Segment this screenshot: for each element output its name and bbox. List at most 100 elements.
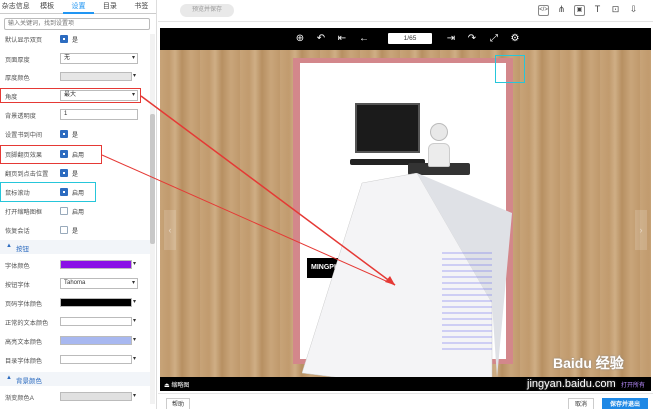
watermark-url: jingyan.baidu.com bbox=[527, 378, 616, 390]
setting-checkbox[interactable] bbox=[60, 226, 68, 234]
setting-label: 默认显示双页 bbox=[5, 37, 43, 44]
color-swatch[interactable] bbox=[60, 392, 132, 401]
undo-icon[interactable]: ↶ bbox=[315, 33, 327, 45]
section-header-background[interactable]: ▲ 背景颜色 bbox=[0, 372, 150, 386]
section-title: 背景颜色 bbox=[16, 378, 42, 385]
last-page-icon[interactable]: ⇥ bbox=[445, 33, 457, 45]
tab-toc[interactable]: 目录 bbox=[94, 0, 126, 14]
setting-label: 目录字体颜色 bbox=[5, 358, 43, 365]
background-opacity-input[interactable]: 1 bbox=[60, 109, 138, 120]
help-button[interactable]: 帮助 bbox=[166, 398, 190, 409]
chevron-down-icon[interactable]: ▾ bbox=[133, 317, 136, 324]
tab-magazine-info[interactable]: 杂志信息 bbox=[0, 0, 32, 14]
thumbnail-button[interactable]: ⏏ 缩略图 bbox=[164, 380, 189, 389]
panel-scrollbar[interactable] bbox=[150, 34, 155, 404]
chevron-down-icon[interactable]: ▾ bbox=[133, 260, 136, 267]
chevron-down-icon: ▾ bbox=[131, 55, 135, 61]
preview-save-button[interactable]: 预览并保存 bbox=[180, 4, 234, 17]
setting-row: 高亮文本颜色 ▾ bbox=[0, 333, 150, 351]
setting-checkbox[interactable] bbox=[60, 169, 68, 177]
setting-row: 目录字体颜色 ▾ bbox=[0, 352, 150, 370]
chevron-down-icon: ▾ bbox=[131, 280, 135, 286]
page-thickness-select[interactable]: 无 ▾ bbox=[60, 53, 138, 64]
panel-tabs: 杂志信息 模板 设置 目录 书签 bbox=[0, 0, 156, 14]
color-swatch[interactable] bbox=[60, 298, 132, 307]
chevron-down-icon[interactable]: ▾ bbox=[133, 72, 136, 79]
setting-checkbox[interactable] bbox=[60, 130, 68, 138]
checkbox-text: 是 bbox=[72, 229, 79, 235]
lock-icon[interactable]: ⊡ bbox=[610, 5, 621, 16]
select-value: 无 bbox=[64, 55, 71, 61]
color-swatch[interactable] bbox=[60, 260, 132, 269]
setting-label: 渐变颜色A bbox=[5, 395, 34, 402]
setting-row: 翻页到点击位置 是 bbox=[0, 165, 150, 183]
setting-row: 默认显示双页 是 bbox=[0, 31, 150, 49]
page-curl[interactable] bbox=[302, 173, 524, 378]
setting-row: 页面厚度 无 ▾ bbox=[0, 51, 150, 69]
tab-template[interactable]: 模板 bbox=[31, 0, 63, 14]
download-icon[interactable]: ⇩ bbox=[628, 5, 639, 16]
redo-icon[interactable]: ↷ bbox=[466, 33, 478, 45]
tab-bookmarks[interactable]: 书签 bbox=[125, 0, 156, 14]
setting-label: 设置书到中间 bbox=[5, 132, 43, 139]
setting-row: 设置书到中间 是 bbox=[0, 126, 150, 144]
collapse-icon: ▲ bbox=[6, 243, 12, 249]
share-icon[interactable]: ⋔ bbox=[556, 5, 567, 16]
figure-head-illustration bbox=[430, 123, 448, 141]
settings-icon[interactable]: ⚙ bbox=[509, 33, 521, 45]
setting-row: 字体颜色 ▾ bbox=[0, 257, 150, 275]
collapse-icon: ▲ bbox=[6, 375, 12, 381]
figure-body-illustration bbox=[428, 143, 450, 167]
setting-checkbox[interactable] bbox=[60, 207, 68, 215]
setting-checkbox[interactable] bbox=[60, 35, 68, 43]
checkbox-text: 启用 bbox=[72, 210, 85, 216]
fullscreen-icon[interactable]: ⤢ bbox=[488, 33, 500, 45]
setting-label: 高亮文本颜色 bbox=[5, 339, 43, 346]
setting-label: 页码字体颜色 bbox=[5, 301, 43, 308]
settings-search-input[interactable] bbox=[4, 18, 150, 30]
wood-background: ‹ › MINGPIAO bbox=[160, 50, 651, 378]
first-page-icon[interactable]: ⇤ bbox=[336, 33, 348, 45]
highlight-box-page-turn bbox=[0, 145, 102, 164]
highlight-box-mouse-scroll bbox=[0, 182, 96, 202]
next-page-icon[interactable]: → bbox=[422, 33, 434, 45]
cancel-button[interactable]: 取消 bbox=[568, 398, 594, 409]
chevron-down-icon[interactable]: ▾ bbox=[133, 392, 136, 399]
open-all-button[interactable]: 打开所有 bbox=[621, 380, 645, 389]
setting-row: 正常的文本颜色 ▾ bbox=[0, 314, 150, 332]
color-swatch[interactable] bbox=[60, 355, 132, 364]
scrollbar-thumb[interactable] bbox=[150, 114, 155, 244]
checkbox-text: 是 bbox=[72, 38, 79, 44]
save-exit-button[interactable]: 保存并退出 bbox=[602, 398, 648, 409]
app-window: 杂志信息 模板 设置 目录 书签 默认显示双页 是 页面厚度 无▾ 厚度颜色 ▾… bbox=[0, 0, 653, 409]
button-font-select[interactable]: Tahoma ▾ bbox=[60, 278, 138, 289]
top-toolbar: 预览并保存 </> ⋔ ▣ T ⊡ ⇩ bbox=[158, 0, 653, 22]
setting-row: 按钮字体 Tahoma ▾ bbox=[0, 276, 150, 294]
color-swatch[interactable] bbox=[60, 336, 132, 345]
chevron-down-icon[interactable]: ▾ bbox=[133, 355, 136, 362]
section-header-buttons[interactable]: ▲ 按钮 bbox=[0, 240, 150, 254]
color-swatch[interactable] bbox=[60, 72, 132, 81]
setting-label: 打开缩略图框 bbox=[5, 209, 43, 216]
setting-row: 页码字体颜色 ▾ bbox=[0, 295, 150, 313]
tab-settings[interactable]: 设置 bbox=[62, 0, 95, 14]
prev-page-icon[interactable]: ← bbox=[358, 33, 370, 45]
color-swatch[interactable] bbox=[60, 317, 132, 326]
chevron-down-icon[interactable]: ▾ bbox=[133, 336, 136, 343]
prev-arrow-icon[interactable]: ‹ bbox=[164, 210, 176, 250]
setting-row: 渐变颜色A ▾ bbox=[0, 389, 150, 407]
text-icon[interactable]: T bbox=[592, 5, 603, 16]
setting-row: 打开缩略图框 启用 bbox=[0, 203, 150, 221]
chevron-down-icon[interactable]: ▾ bbox=[133, 298, 136, 305]
code-icon[interactable]: </> bbox=[538, 5, 549, 16]
highlight-box-corner bbox=[495, 55, 525, 83]
thumbnail-label: 缩略图 bbox=[171, 383, 190, 389]
viewer-navbar: ⊕ ↶ ⇤ ← 1/65 → ⇥ ↷ ⤢ ⚙ bbox=[160, 28, 651, 50]
image-icon[interactable]: ▣ bbox=[574, 5, 585, 16]
next-arrow-icon[interactable]: › bbox=[635, 210, 647, 250]
zoom-in-icon[interactable]: ⊕ bbox=[294, 33, 306, 45]
setting-label: 页面厚度 bbox=[5, 57, 30, 64]
section-title: 按钮 bbox=[16, 246, 29, 253]
setting-label: 翻页到点击位置 bbox=[5, 171, 49, 178]
setting-label: 字体颜色 bbox=[5, 263, 30, 270]
